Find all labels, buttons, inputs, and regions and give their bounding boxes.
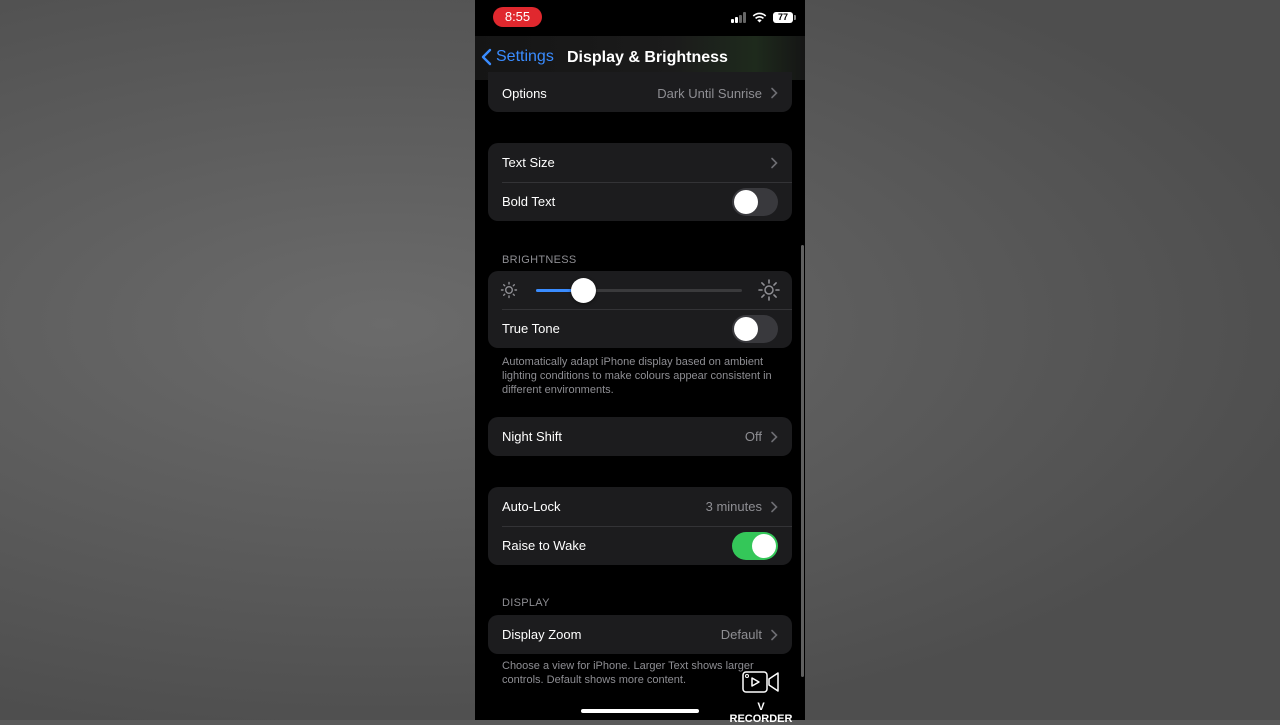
back-button-label: Settings xyxy=(496,48,554,65)
video-camera-icon xyxy=(742,671,779,693)
back-button[interactable]: Settings xyxy=(481,48,554,66)
cellular-signal-icon xyxy=(731,11,746,23)
night-shift-row[interactable]: Night Shift Off xyxy=(488,417,792,456)
wifi-icon xyxy=(752,12,767,22)
display-zoom-group: Display Zoom Default xyxy=(488,615,792,654)
night-shift-value: Off xyxy=(744,429,762,444)
auto-lock-value: 3 minutes xyxy=(705,499,762,514)
appearance-options-group: Options Dark Until Sunrise xyxy=(488,72,792,112)
auto-lock-row[interactable]: Auto-Lock 3 minutes xyxy=(488,487,792,526)
status-icons: 77 xyxy=(731,10,796,24)
status-bar: 8:55 77 xyxy=(475,0,805,36)
chevron-right-icon xyxy=(771,629,778,640)
true-tone-toggle[interactable] xyxy=(732,314,778,343)
raise-to-wake-label: Raise to Wake xyxy=(502,538,587,553)
bold-text-label: Bold Text xyxy=(502,194,556,209)
sun-large-icon xyxy=(758,279,780,301)
chevron-left-icon xyxy=(481,48,492,66)
raise-to-wake-toggle[interactable] xyxy=(732,531,778,560)
v-recorder-watermark: V RECORDER xyxy=(726,670,796,725)
options-row[interactable]: Options Dark Until Sunrise xyxy=(488,72,792,112)
display-zoom-value: Default xyxy=(720,627,762,642)
brightness-slider-row xyxy=(488,271,792,309)
text-size-row[interactable]: Text Size xyxy=(488,143,792,182)
page-title: Display & Brightness xyxy=(567,49,728,66)
battery-icon: 77 xyxy=(773,11,796,23)
true-tone-row: True Tone xyxy=(488,309,792,348)
brightness-slider-thumb[interactable] xyxy=(571,278,597,303)
sun-small-icon xyxy=(500,281,518,299)
bold-text-row: Bold Text xyxy=(488,182,792,221)
true-tone-label: True Tone xyxy=(502,321,560,336)
bold-text-toggle[interactable] xyxy=(732,187,778,216)
text-settings-group: Text Size Bold Text xyxy=(488,143,792,221)
chevron-right-icon xyxy=(771,87,778,99)
night-shift-group: Night Shift Off xyxy=(488,417,792,456)
raise-to-wake-row: Raise to Wake xyxy=(488,526,792,565)
options-value: Dark Until Sunrise xyxy=(657,85,762,101)
chevron-right-icon xyxy=(771,431,778,442)
home-indicator[interactable] xyxy=(581,709,699,713)
brightness-section-header: BRIGHTNESS xyxy=(502,254,577,266)
phone-screen: 8:55 77 Settings Display & Brightness Op… xyxy=(475,0,805,720)
chevron-right-icon xyxy=(771,157,778,168)
scroll-indicator[interactable] xyxy=(801,245,804,677)
lock-settings-group: Auto-Lock 3 minutes Raise to Wake xyxy=(488,487,792,565)
display-zoom-label: Display Zoom xyxy=(502,627,582,642)
brightness-group: True Tone xyxy=(488,271,792,348)
chevron-right-icon xyxy=(771,501,778,512)
display-zoom-description: Choose a view for iPhone. Larger Text sh… xyxy=(502,660,754,686)
display-zoom-row[interactable]: Display Zoom Default xyxy=(488,615,792,654)
status-time: 8:55 xyxy=(493,7,542,27)
true-tone-description: Automatically adapt iPhone display based… xyxy=(502,356,772,396)
options-label: Options xyxy=(502,85,547,101)
watermark-text: V RECORDER xyxy=(729,701,793,725)
auto-lock-label: Auto-Lock xyxy=(502,499,561,514)
text-size-label: Text Size xyxy=(502,155,555,170)
display-section-header: DISPLAY xyxy=(502,597,550,609)
brightness-slider[interactable] xyxy=(536,278,742,303)
night-shift-label: Night Shift xyxy=(502,429,562,444)
